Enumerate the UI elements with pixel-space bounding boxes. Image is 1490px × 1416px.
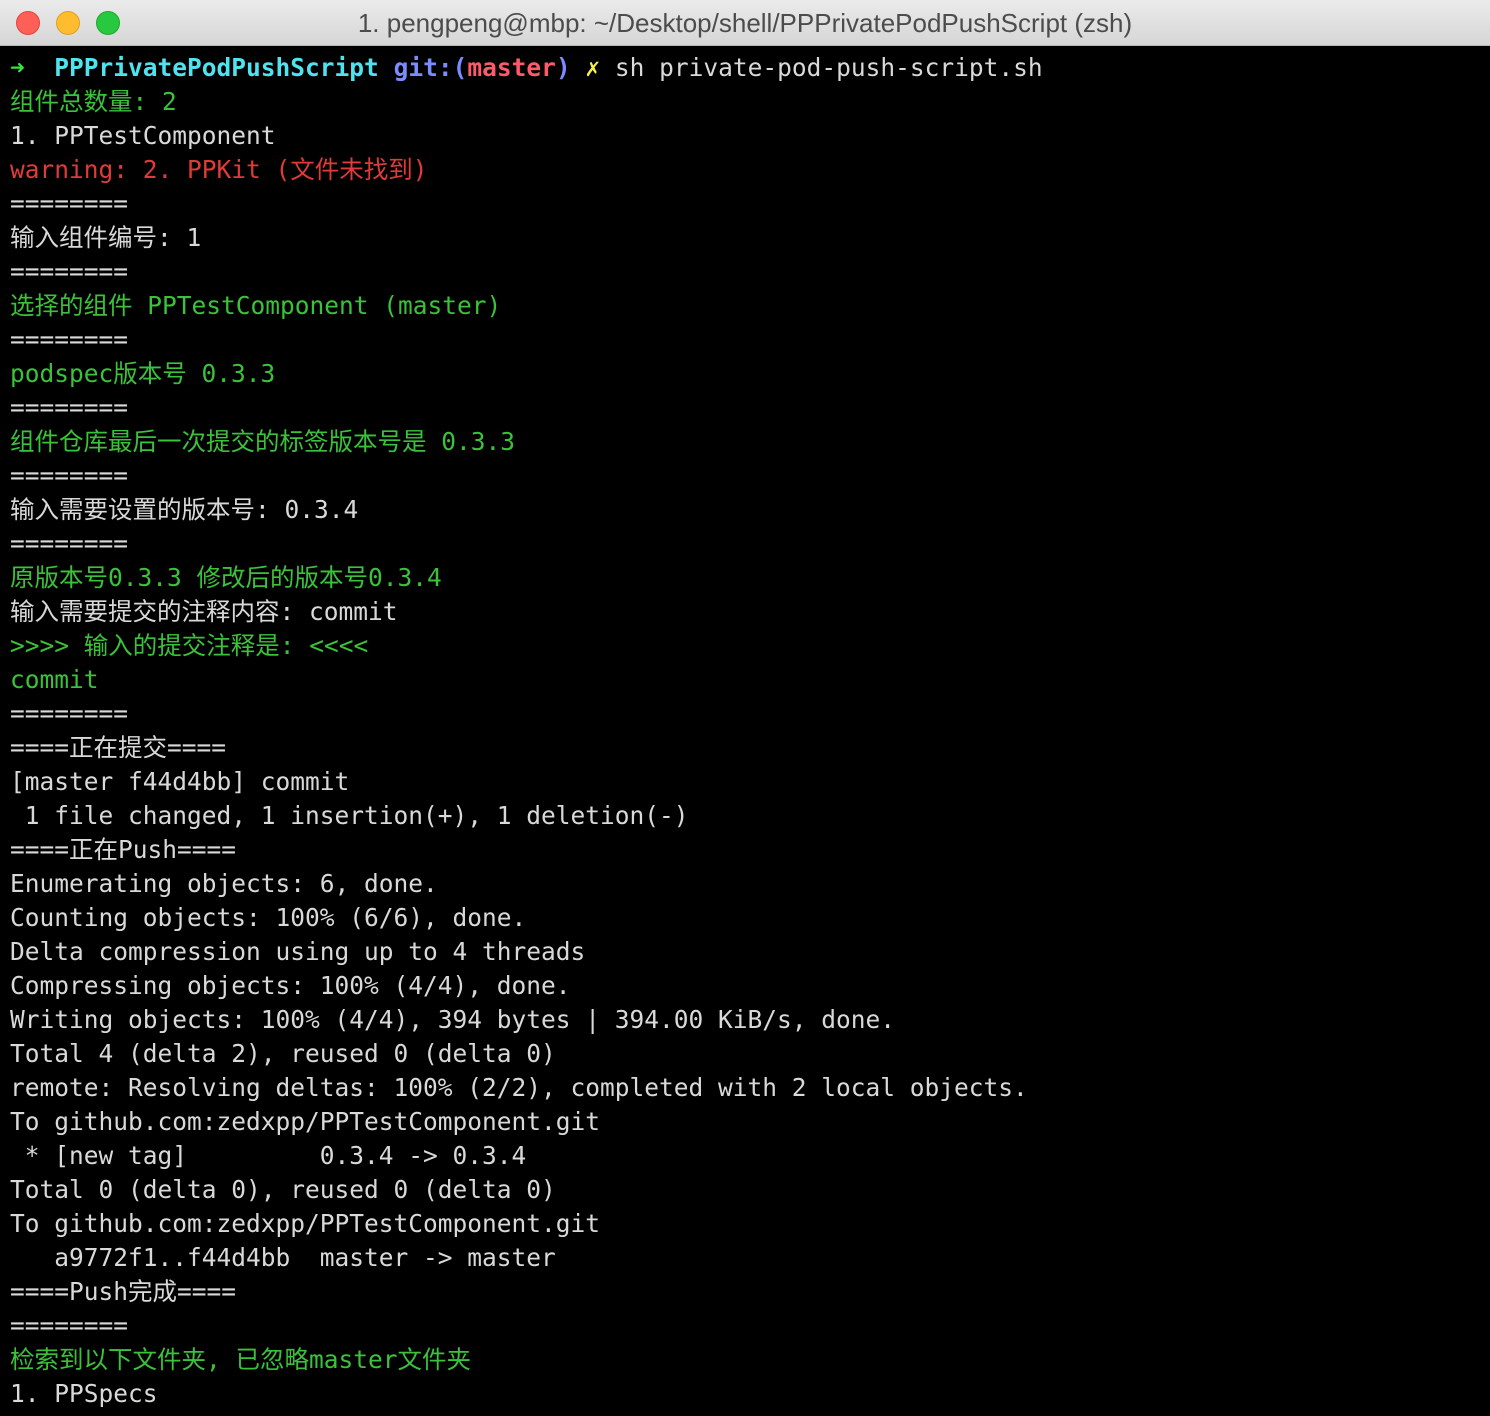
output-line: Total 0 (delta 0), reused 0 (delta 0) [10, 1175, 556, 1204]
prompt-branch: master [467, 53, 556, 82]
prompt-git-prefix: git:( [393, 53, 468, 82]
prompt-dirty-icon: ✗ [585, 53, 601, 82]
output-line: Writing objects: 100% (4/4), 394 bytes |… [10, 1005, 896, 1034]
output-line: 检索到以下文件夹, 已忽略master文件夹 [10, 1345, 472, 1374]
output-line: ====正在提交==== [10, 733, 227, 762]
title-bar[interactable]: 1. pengpeng@mbp: ~/Desktop/shell/PPPriva… [0, 0, 1490, 46]
output-line: ======== [10, 529, 129, 558]
output-line: ======== [10, 257, 129, 286]
prompt-command: sh private-pod-push-script.sh [614, 53, 1043, 82]
output-line: ======== [10, 1311, 129, 1340]
output-line: 输入需要设置的版本号: 0.3.4 [10, 495, 359, 524]
prompt-git-suffix: ) [555, 53, 571, 82]
terminal-output[interactable]: ➜ PPPrivatePodPushScript git:(master) ✗ … [10, 51, 1490, 1416]
output-line: remote: Resolving deltas: 100% (2/2), co… [10, 1073, 1028, 1102]
output-line: podspec版本号 0.3.3 [10, 359, 276, 388]
output-line: Compressing objects: 100% (4/4), done. [10, 971, 571, 1000]
output-line: 输入组件编号: 1 [10, 223, 202, 252]
output-line: Total 4 (delta 2), reused 0 (delta 0) [10, 1039, 556, 1068]
prompt-line: ➜ PPPrivatePodPushScript git:(master) ✗ … [10, 51, 1490, 85]
window-title: 1. pengpeng@mbp: ~/Desktop/shell/PPPriva… [357, 8, 1133, 38]
output-line: To github.com:zedxpp/PPTestComponent.git [10, 1107, 601, 1136]
output-lines: 组件总数量: 2 1. PPTestComponent warning: 2. PP… [10, 85, 1490, 1411]
output-line: ====Push完成==== [10, 1277, 237, 1306]
output-line: ======== [10, 699, 129, 728]
output-line: ======== [10, 393, 129, 422]
output-line: warning: 2. PPKit (文件未找到) [10, 155, 428, 184]
output-line: Enumerating objects: 6, done. [10, 869, 438, 898]
output-line: 原版本号0.3.3 修改后的版本号0.3.4 [10, 563, 442, 592]
output-line: >>>> 输入的提交注释是: <<<< [10, 631, 369, 660]
output-line: a9772f1..f44d4bb master -> master [10, 1243, 556, 1272]
output-line: ======== [10, 325, 129, 354]
output-line: ======== [10, 461, 129, 490]
output-line: 1. PPTestComponent [10, 121, 276, 150]
output-line: 组件总数量: 2 [10, 87, 177, 116]
terminal-window: 1. pengpeng@mbp: ~/Desktop/shell/PPPriva… [0, 0, 1490, 1416]
output-line: 输入需要提交的注释内容: commit [10, 597, 398, 626]
output-line: Counting objects: 100% (6/6), done. [10, 903, 527, 932]
output-line: 1. PPSpecs [10, 1379, 158, 1408]
output-line: Delta compression using up to 4 threads [10, 937, 586, 966]
output-line: 组件仓库最后一次提交的标签版本号是 0.3.3 [10, 427, 515, 456]
output-line: [master f44d4bb] commit [10, 767, 350, 796]
prompt-arrow-icon: ➜ [10, 53, 25, 82]
output-line: ======== [10, 189, 129, 218]
output-line: To github.com:zedxpp/PPTestComponent.git [10, 1209, 601, 1238]
output-line: commit [10, 665, 99, 694]
output-line: * [new tag] 0.3.4 -> 0.3.4 [10, 1141, 527, 1170]
output-line: 选择的组件 PPTestComponent (master) [10, 291, 502, 320]
prompt-directory: PPPrivatePodPushScript [54, 53, 379, 82]
output-line: ====正在Push==== [10, 835, 237, 864]
output-line: 1 file changed, 1 insertion(+), 1 deleti… [10, 801, 689, 830]
